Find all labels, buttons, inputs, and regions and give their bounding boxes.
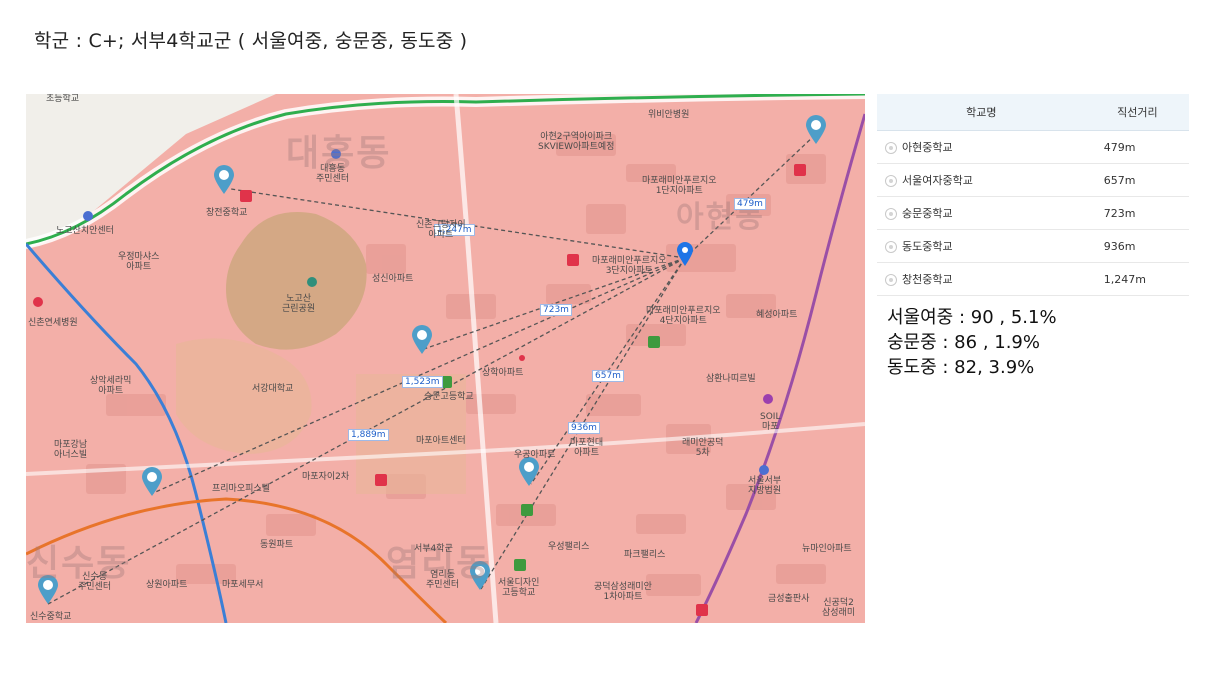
page-title: 학군 : C+; 서부4학교군 ( 서울여중, 숭문중, 동도중 )	[34, 30, 468, 52]
place-label: 우공아파트	[514, 450, 556, 460]
distance-label-479: 479m	[734, 198, 766, 210]
place-label: 마포아트센터	[416, 436, 466, 446]
place-label: 대흥동 주민센터	[316, 164, 350, 184]
place-label: 마포래미안푸르지오 4단지아파트	[646, 306, 721, 326]
school-name-cell: 서울여자중학교	[877, 163, 1086, 197]
place-label: 공덕삼성래미안 1차아파트	[594, 582, 652, 602]
table-row[interactable]: 서울여자중학교 657m	[877, 163, 1189, 197]
school-stats: 서울여중 : 90 , 5.1% 숭문중 : 86 , 1.9% 동도중 : 8…	[887, 305, 1057, 380]
place-label: 신촌연세병원	[28, 318, 78, 328]
place-label: 삼환나띠르빌	[706, 374, 756, 384]
place-label: 노고산 근린공원	[282, 294, 316, 314]
table-row[interactable]: 동도중학교 936m	[877, 229, 1189, 263]
place-label: 우성팰리스	[548, 542, 590, 552]
distance-cell: 657m	[1085, 163, 1189, 197]
place-label: 신공덕2 삼성래미	[822, 598, 856, 618]
place-label: 초등학교	[46, 94, 80, 104]
school-name: 숭문중학교	[902, 207, 953, 220]
column-header-school: 학교명	[877, 94, 1086, 131]
place-label: 서부4학군	[414, 544, 453, 554]
place-label: 혜성아파트	[756, 310, 798, 320]
place-label: 래미안공덕 5차	[682, 438, 724, 458]
radio-icon[interactable]	[885, 175, 897, 187]
place-label: 서강대학교	[252, 384, 294, 394]
school-name-cell: 동도중학교	[877, 229, 1086, 263]
distance-label-723: 723m	[540, 304, 572, 316]
map-view[interactable]: 대흥동 아현동 신수동 염리동 479m 1,247m 723m 657m 1,…	[26, 94, 865, 623]
place-label: 마포래미안푸르지오 3단지아파트	[592, 256, 667, 276]
place-label: 염리동 주민센터	[426, 570, 460, 590]
place-label: 상악세라믹 아파트	[90, 376, 132, 396]
school-name-cell: 창천중학교	[877, 262, 1086, 296]
place-label: 서울서부 지방법원	[748, 476, 782, 496]
place-label: 프리마오피스텔	[212, 484, 270, 494]
distance-label-936: 936m	[568, 422, 600, 434]
radio-icon[interactable]	[885, 241, 897, 253]
place-label: 상학아파트	[482, 368, 524, 378]
place-label: 우정마샤스 아파트	[118, 252, 160, 272]
stat-line: 숭문중 : 86 , 1.9%	[887, 332, 1040, 353]
school-distance-table: 학교명 직선거리 아현중학교 479m 서울여자중학교 657m 숭문중학교 7…	[877, 94, 1189, 296]
table-row[interactable]: 숭문중학교 723m	[877, 196, 1189, 230]
place-label: 서울디자인 고등학교	[498, 578, 540, 598]
place-label: 마포현대 아파트	[570, 438, 604, 458]
distance-cell: 479m	[1085, 130, 1189, 164]
place-label: 아현2구역아이파크 SKVIEW아파트예정	[538, 132, 615, 152]
distance-cell: 1,247m	[1085, 262, 1189, 296]
place-label: 상원아파트	[146, 580, 188, 590]
place-label: 위비안병원	[648, 110, 690, 120]
school-name-cell: 숭문중학교	[877, 196, 1086, 230]
place-label: 마포래미안푸르지오 1단지아파트	[642, 176, 717, 196]
place-label: 마포강남 아너스빌	[54, 440, 88, 460]
distance-label-1889: 1,889m	[348, 429, 389, 441]
column-header-distance: 직선거리	[1085, 94, 1189, 131]
place-label: 동원파트	[260, 540, 294, 550]
distance-label-657: 657m	[592, 370, 624, 382]
table-header-row: 학교명 직선거리	[877, 94, 1189, 131]
place-label: 마포세무서	[222, 580, 264, 590]
radio-icon[interactable]	[885, 208, 897, 220]
place-label: 신촌그랑자이 아파트	[416, 220, 466, 240]
school-name-cell: 아현중학교	[877, 130, 1086, 164]
school-name: 서울여자중학교	[902, 174, 973, 187]
stat-line: 동도중 : 82, 3.9%	[887, 357, 1035, 378]
school-name: 아현중학교	[902, 141, 953, 154]
place-label: 신수중학교	[30, 612, 72, 622]
radio-icon[interactable]	[885, 142, 897, 154]
place-label: 파크팰리스	[624, 550, 666, 560]
distance-label-1523: 1,523m	[402, 376, 443, 388]
place-label: 신수동 주민센터	[78, 572, 112, 592]
school-name: 동도중학교	[902, 240, 953, 253]
school-distance-panel: 학교명 직선거리 아현중학교 479m 서울여자중학교 657m 숭문중학교 7…	[877, 94, 1189, 296]
radio-icon[interactable]	[885, 274, 897, 286]
stat-line: 서울여중 : 90 , 5.1%	[887, 307, 1057, 328]
school-name: 창천중학교	[902, 273, 953, 286]
table-row[interactable]: 창천중학교 1,247m	[877, 262, 1189, 296]
distance-cell: 936m	[1085, 229, 1189, 263]
place-label: 금성출판사	[768, 594, 810, 604]
place-label: 숭문고등학교	[424, 392, 474, 402]
table-row[interactable]: 아현중학교 479m	[877, 130, 1189, 164]
place-label: 뉴마인아파트	[802, 544, 852, 554]
place-label: SOIL 마포	[760, 412, 781, 432]
place-label: 마포자이2차	[302, 472, 350, 482]
place-label: 노고산치안센터	[56, 226, 114, 236]
place-label: 성신아파트	[372, 274, 414, 284]
place-label: 창전중학교	[206, 208, 248, 218]
distance-cell: 723m	[1085, 196, 1189, 230]
